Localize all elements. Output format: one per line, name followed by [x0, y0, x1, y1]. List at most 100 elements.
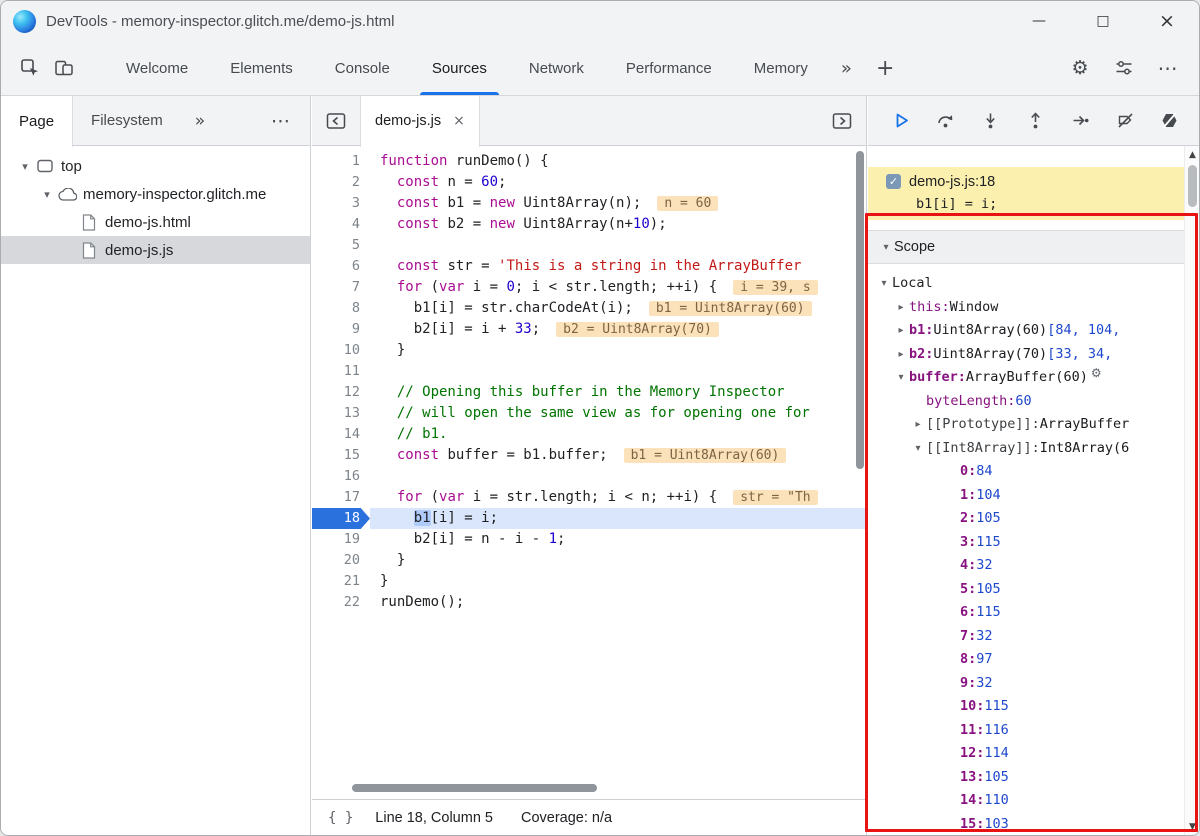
resume-script-icon[interactable] [888, 108, 914, 134]
close-tab-icon[interactable]: × [453, 113, 465, 129]
chevron-down-icon[interactable]: ▾ [876, 272, 892, 296]
line-number[interactable]: 5 [312, 235, 370, 256]
debugger-scrollbar[interactable]: ▲ ▼ [1184, 146, 1199, 835]
line-number[interactable]: 20 [312, 550, 370, 571]
line-content[interactable]: const n = 60; [370, 172, 866, 193]
tab-sources[interactable]: Sources [411, 41, 508, 95]
line-content[interactable]: function runDemo() { [370, 151, 866, 172]
execution-line-number[interactable]: 18 [312, 508, 370, 529]
breakpoint-location[interactable]: demo-js.js:18 [909, 174, 995, 190]
line-content[interactable]: // will open the same view as for openin… [370, 403, 866, 424]
step-out-icon[interactable] [1022, 108, 1048, 134]
scope-section-header[interactable]: ▾ Scope [868, 230, 1184, 264]
line-number[interactable]: 10 [312, 340, 370, 361]
line-content[interactable]: } [370, 571, 866, 592]
scope-row-this[interactable]: ▸ this: Window [868, 296, 1184, 320]
line-content[interactable]: b2[i] = i + 33; b2 = Uint8Array(70) [370, 319, 866, 340]
line-content[interactable]: b1[i] = str.charCodeAt(i); b1 = Uint8Arra… [370, 298, 866, 319]
step-over-icon[interactable] [933, 108, 959, 134]
scrollbar-thumb[interactable] [1187, 165, 1197, 207]
scroll-down-icon[interactable]: ▼ [1185, 819, 1199, 834]
line-content[interactable]: } [370, 550, 866, 571]
deactivate-breakpoints-icon[interactable] [1112, 108, 1138, 134]
tab-memory[interactable]: Memory [733, 41, 829, 95]
chevron-down-icon[interactable]: ▾ [17, 160, 33, 173]
line-content[interactable]: const buffer = b1.buffer; b1 = Uint8Array… [370, 445, 866, 466]
tree-item-memory-inspector-glitch-me[interactable]: ▾ memory-inspector.glitch.me [1, 180, 310, 208]
line-content[interactable]: for (var i = 0; i < str.length; ++i) {i … [370, 277, 866, 298]
line-number[interactable]: 16 [312, 466, 370, 487]
line-number[interactable]: 9 [312, 319, 370, 340]
pretty-print-icon[interactable]: { } [328, 810, 353, 826]
line-content[interactable] [370, 361, 866, 382]
sidebar-more-options-icon[interactable]: ⋯ [257, 110, 310, 132]
scope-section-local[interactable]: ▾ Local [868, 272, 1184, 296]
editor-tab-demo-js[interactable]: demo-js.js × [360, 95, 480, 147]
tab-console[interactable]: Console [314, 41, 411, 95]
chevron-right-icon[interactable]: ▸ [910, 413, 926, 437]
tab-welcome[interactable]: Welcome [105, 41, 209, 95]
line-content[interactable]: const b1 = new Uint8Array(n); n = 60 [370, 193, 866, 214]
open-in-new-panel-icon[interactable] [832, 112, 852, 130]
line-number[interactable]: 11 [312, 361, 370, 382]
scroll-up-icon[interactable]: ▲ [1185, 147, 1199, 162]
chevron-right-icon[interactable]: ▸ [893, 343, 909, 367]
sidebar-overflow-chevron-icon[interactable]: » [181, 111, 219, 131]
line-number[interactable]: 17 [312, 487, 370, 508]
line-content[interactable]: b2[i] = n - i - 1; [370, 529, 866, 550]
line-content[interactable]: for (var i = str.length; i < n; ++i) {st… [370, 487, 866, 508]
tree-item-demo-js-html[interactable]: demo-js.html [1, 208, 310, 236]
line-number[interactable]: 19 [312, 529, 370, 550]
scope-row--int8array-[interactable]: ▾ [[Int8Array]]: Int8Array(6 [868, 437, 1184, 461]
scope-row-b2[interactable]: ▸ b2: Uint8Array(70) [33, 34, [868, 343, 1184, 367]
minimize-button[interactable]: — [1007, 1, 1071, 41]
tree-item-demo-js-js[interactable]: demo-js.js [1, 236, 310, 264]
step-into-icon[interactable] [978, 108, 1004, 134]
editor-horizontal-scrollbar[interactable] [352, 784, 597, 792]
chevron-down-icon[interactable]: ▾ [39, 188, 55, 201]
sidebar-tab-filesystem[interactable]: Filesystem [73, 96, 181, 145]
code-editor[interactable]: 1 function runDemo() {2 const n = 60; 3 co… [312, 146, 866, 799]
line-number[interactable]: 14 [312, 424, 370, 445]
line-number[interactable]: 6 [312, 256, 370, 277]
line-content[interactable]: const b2 = new Uint8Array(n+10); [370, 214, 866, 235]
breakpoint-entry[interactable]: ✓ demo-js.js:18 b1[i] = i; [868, 167, 1184, 220]
chevron-right-icon[interactable]: ▸ [893, 296, 909, 320]
add-panel-button[interactable]: + [864, 56, 906, 81]
scope-row-b1[interactable]: ▸ b1: Uint8Array(60) [84, 104, [868, 319, 1184, 343]
tab-performance[interactable]: Performance [605, 41, 733, 95]
sidebar-tab-page[interactable]: Page [1, 96, 74, 147]
device-toolbar-icon[interactable] [47, 51, 81, 85]
editor-vertical-scrollbar[interactable] [856, 151, 864, 469]
line-content[interactable]: // b1. [370, 424, 866, 445]
line-content[interactable]: const str = 'This is a string in the Arr… [370, 256, 866, 277]
line-number[interactable]: 7 [312, 277, 370, 298]
chevron-down-icon[interactable]: ▾ [910, 437, 926, 461]
line-number[interactable]: 2 [312, 172, 370, 193]
line-number[interactable]: 8 [312, 298, 370, 319]
line-content[interactable]: runDemo(); [370, 592, 866, 613]
breakpoint-checkbox[interactable]: ✓ [886, 174, 901, 189]
tab-network[interactable]: Network [508, 41, 605, 95]
line-number[interactable]: 4 [312, 214, 370, 235]
line-content[interactable]: } [370, 340, 866, 361]
step-icon[interactable] [1067, 108, 1093, 134]
tree-item-top[interactable]: ▾ top [1, 152, 310, 180]
scope-row--prototype-[interactable]: ▸ [[Prototype]]: ArrayBuffer [868, 413, 1184, 437]
line-content[interactable]: b1[i] = i; [370, 508, 866, 529]
line-number[interactable]: 21 [312, 571, 370, 592]
close-button[interactable]: × [1135, 1, 1199, 41]
more-options-icon[interactable]: ⋯ [1151, 51, 1185, 85]
settings-gear-icon[interactable]: ⚙ [1063, 51, 1097, 85]
line-content[interactable]: // Opening this buffer in the Memory Ins… [370, 382, 866, 403]
line-number[interactable]: 22 [312, 592, 370, 613]
pause-on-exceptions-icon[interactable] [1157, 108, 1183, 134]
maximize-button[interactable]: □ [1071, 1, 1135, 41]
line-number[interactable]: 13 [312, 403, 370, 424]
inspect-icon[interactable] [13, 51, 47, 85]
scope-row-buffer[interactable]: ▾ buffer: ArrayBuffer(60) ⚙ [868, 366, 1184, 390]
chevron-down-icon[interactable]: ▾ [893, 366, 909, 390]
more-tabs-chevron-icon[interactable]: » [829, 58, 864, 79]
line-number[interactable]: 3 [312, 193, 370, 214]
chevron-right-icon[interactable]: ▸ [893, 319, 909, 343]
